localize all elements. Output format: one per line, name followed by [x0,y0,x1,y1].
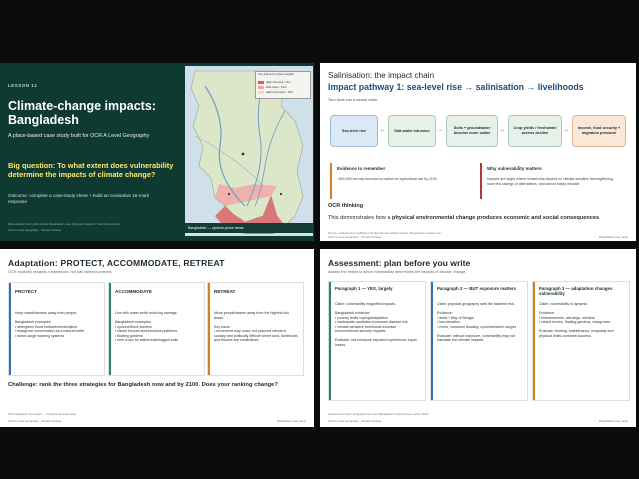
slide-note: Turn facts into a causal chain. [328,98,379,102]
footer-course: OCR A Level Geography · Climate Change [8,419,62,423]
footer-course: OCR A Level Geography · Climate Change [8,228,62,232]
vulnerability-body: Impacts are larger where households depe… [487,177,614,186]
footer-case-study: Bangladesh case study [599,419,628,423]
slide-title: Climate-change impacts: Bangladesh [8,99,156,127]
legend-value: < 5m [284,80,291,84]
column-body: Move people/assets away from the highest… [214,311,298,342]
legend-row-high-risk: High risk area < 5m [258,80,290,84]
map-caption: Bangladesh — cyclone-prone areas [188,226,244,230]
slide-title: Adaptation: PROTECT, ACCOMMODATE, RETREA… [8,258,225,268]
footer-source: Map adapted from public-domain Banglades… [8,222,121,226]
footer-course: OCR A Level Geography · Climate Change [328,419,382,423]
slide-thumbnail-1[interactable]: LESSON 12 Climate-change impacts: Bangla… [0,63,314,241]
column-accent [533,282,535,400]
retreat-column: RETREAT Move people/assets away from the… [207,282,304,376]
big-question: Big question: To what extent does vulner… [8,161,174,179]
slide-subtitle: OCR explicitly rewards a framework, not … [8,270,113,274]
paragraph-3-card: Paragraph 3 — adaptation changes vulnera… [532,281,630,401]
chain-step-5: Income, food security + migration pressu… [572,115,626,147]
legend-row-wind: High wind area > 200 [258,90,293,94]
chain-step-1: Sea-level rise [330,115,378,147]
statement-end: . [599,215,601,221]
footer-case-study: Bangladesh case study [599,235,628,239]
arrow-right-icon: → [437,127,443,133]
evidence-card: Evidence to remember ~800,000 ha may bec… [330,163,477,199]
column-accent [109,283,111,375]
ocr-thinking-heading: OCR thinking [328,203,364,209]
slide-title: Assessment: plan before you write [328,258,471,268]
legend-row-risk: Risk area < 10m [258,85,286,89]
statement-text: This demonstrates how a [328,215,393,221]
legend-label: Risk area [266,85,278,89]
vulnerability-card: Why vulnerability matters Impacts are la… [480,163,627,199]
column-heading: Paragraph 2 — BUT exposure matters [437,286,517,291]
statement-emphasis: physical environmental change produces e… [392,215,600,221]
arrow-right-icon: → [499,127,505,133]
column-heading: ACCOMMODATE [115,289,152,294]
chain-step-3: Soils + groundwater become more saline [446,115,498,147]
legend-swatch [258,80,264,84]
protect-column: PROTECT Keep water/hazards away from peo… [8,282,105,376]
impact-pathway-heading: Impact pathway 1: sea-level rise → salin… [328,82,584,92]
slide-subtitle: Assess the extent to which vulnerability… [328,270,467,274]
column-body: Keep water/hazards away from people. Ban… [15,311,85,338]
slide-subtitle: A place-based case study built for OCR A… [8,133,150,139]
paragraph-2-card: Paragraph 2 — BUT exposure matters Claim… [430,281,528,401]
challenge-prompt: Challenge: rank the three strategies for… [8,382,278,388]
column-body: Live with water while reducing damage. B… [115,311,178,342]
slide-thumbnail-4[interactable]: Assessment: plan before you write Assess… [320,249,636,427]
vulnerability-title: Why vulnerability matters [487,166,542,171]
column-heading: Paragraph 1 — YES, largely [335,286,393,291]
map-legend: Key (risk and cyclone height) High risk … [255,71,311,99]
legend-value: > 200 [285,90,293,94]
column-body: Claim: physical geography sets the basel… [437,302,517,342]
column-accent [329,282,331,400]
outcome-text: Outcome: complete a case-study sheet + b… [8,193,150,204]
footer-case-study: Bangladesh case study [277,419,306,423]
column-accent [431,282,433,400]
accommodate-column: ACCOMMODATE Live with water while reduci… [108,282,205,376]
column-heading: RETREAT [214,289,236,294]
column-body: Claim: vulnerability magnifies impacts. … [335,302,417,347]
legend-value: < 10m [278,85,287,89]
slide-title: Salinisation: the impact chain [328,71,435,80]
chain-step-2: Salt-water intrusion [388,115,436,147]
arrow-right-icon: → [379,127,385,133]
lesson-label: LESSON 12 [8,83,38,88]
legend-swatch [258,90,264,94]
title-panel: LESSON 12 Climate-change impacts: Bangla… [0,63,185,241]
evidence-body: ~800,000 ha may become too saline for ag… [337,177,437,181]
column-heading: Paragraph 3 — adaptation changes vulnera… [539,286,613,297]
chain-step-4: Crop yields / freshwater access decline [508,115,562,147]
legend-label: High wind area [266,90,285,94]
slide-thumbnail-3[interactable]: Adaptation: PROTECT, ACCOMMODATE, RETREA… [0,249,314,427]
legend-title: Key (risk and cyclone height) [258,72,294,76]
arrow-right-icon: → [563,127,569,133]
column-heading: PROTECT [15,289,37,294]
ocr-statement: This demonstrates how a physical environ… [328,215,624,222]
legend-label: High risk area [266,80,284,84]
footer-course: OCR A Level Geography · Climate Change [328,235,382,239]
footer-source: Assessment-ready: paragraph plan uses Ba… [328,412,429,416]
column-accent [9,283,11,375]
evidence-title: Evidence to remember [337,166,386,171]
paragraph-1-card: Paragraph 1 — YES, largely Claim: vulner… [328,281,426,401]
column-body: Claim: vulnerability is dynamic. Evidenc… [539,302,614,338]
slide-thumbnail-2[interactable]: Salinisation: the impact chain Impact pa… [320,63,636,241]
footer-source: OCR adaptation framework — evidence-led … [8,412,77,416]
column-accent [208,283,210,375]
legend-swatch [258,85,264,89]
